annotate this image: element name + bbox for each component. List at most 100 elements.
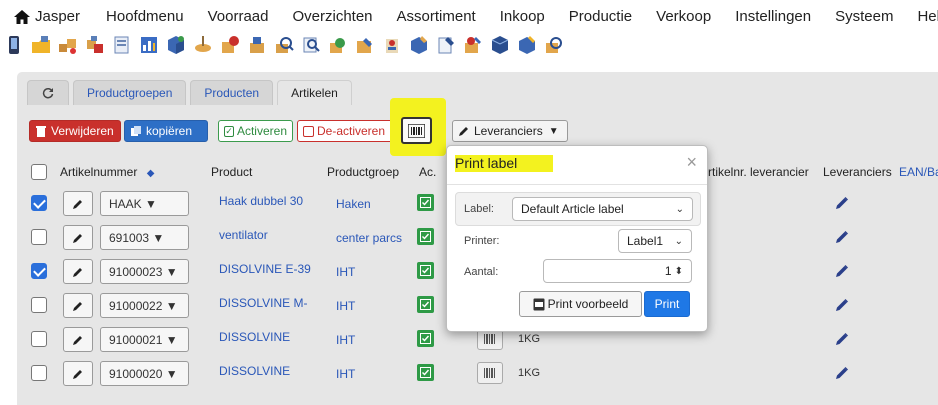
row-barcode-button[interactable] xyxy=(477,362,503,384)
row-product-link[interactable]: DISSOLVINE xyxy=(219,364,315,384)
cube-icon[interactable] xyxy=(166,35,186,55)
row-suppliers-edit-icon[interactable] xyxy=(835,230,849,244)
suppliers-dropdown-button[interactable]: Leveranciers ▼ xyxy=(452,120,568,142)
row-checkbox[interactable] xyxy=(31,297,47,313)
row-product-link[interactable]: Haak dubbel 30 xyxy=(219,194,315,214)
product-edit-icon[interactable] xyxy=(463,35,483,55)
header-artikelnummer[interactable]: Artikelnummer ◆ xyxy=(60,165,154,179)
menu-item-verkoop[interactable]: Verkoop xyxy=(656,8,711,25)
search-doc-icon[interactable] xyxy=(301,35,321,55)
device-icon[interactable] xyxy=(4,35,24,55)
menu-home[interactable]: Jasper xyxy=(14,8,106,25)
barcode-icon xyxy=(484,368,495,378)
chevron-down-icon: ⌄ xyxy=(675,203,684,215)
box-blue-icon[interactable] xyxy=(490,35,510,55)
tab-artikelen[interactable]: Artikelen xyxy=(277,80,352,105)
row-product-link[interactable]: DISSOLVINE M- xyxy=(219,296,315,316)
folder-tag-icon[interactable] xyxy=(31,35,51,55)
row-edit-button[interactable] xyxy=(63,225,93,250)
print-preview-button[interactable]: Print voorbeeld xyxy=(519,291,642,317)
menu-item-hoofdmenu[interactable]: Hoofdmenu xyxy=(106,8,184,25)
header-ean[interactable]: EAN/Ba xyxy=(899,165,938,179)
document-icon[interactable] xyxy=(112,35,132,55)
row-artnr-dropdown[interactable]: HAAK ▼ xyxy=(100,191,189,216)
tab-productgroepen[interactable]: Productgroepen xyxy=(73,80,187,105)
row-product-link[interactable]: DISSOLVINE xyxy=(219,330,315,350)
row-checkbox[interactable] xyxy=(31,263,47,279)
row-group-link[interactable]: center parcs xyxy=(336,231,402,245)
spoon-icon[interactable] xyxy=(193,35,213,55)
row-artnr-dropdown[interactable]: 691003 ▼ xyxy=(100,225,189,250)
row-product-link[interactable]: ventilator xyxy=(219,228,315,248)
row-artnr-dropdown[interactable]: 91000020 ▼ xyxy=(100,361,189,386)
header-product[interactable]: Product xyxy=(211,165,252,179)
row-artnr-dropdown[interactable]: 91000022 ▼ xyxy=(100,293,189,318)
row-active-check-icon xyxy=(417,330,434,347)
row-edit-button[interactable] xyxy=(63,259,93,284)
row-artnr-dropdown[interactable]: 91000023 ▼ xyxy=(100,259,189,284)
tab-refresh[interactable] xyxy=(27,80,69,105)
menu-item-help[interactable]: Help xyxy=(917,8,938,25)
aantal-input[interactable]: 1 ⬍ xyxy=(543,259,692,283)
document-edit-icon[interactable] xyxy=(436,35,456,55)
header-productgroep[interactable]: Productgroep xyxy=(327,165,399,179)
row-suppliers-edit-icon[interactable] xyxy=(835,298,849,312)
row-suppliers-edit-icon[interactable] xyxy=(835,332,849,346)
row-edit-button[interactable] xyxy=(63,327,93,352)
box-edit-icon[interactable] xyxy=(517,35,537,55)
menu-item-instellingen[interactable]: Instellingen xyxy=(735,8,811,25)
box-stack-icon[interactable] xyxy=(247,35,267,55)
row-suppliers-edit-icon[interactable] xyxy=(835,196,849,210)
close-icon[interactable]: × xyxy=(686,153,697,171)
menu-item-productie[interactable]: Productie xyxy=(569,8,632,25)
label-select[interactable]: Default Article label ⌄ xyxy=(512,197,693,221)
mix-icon[interactable] xyxy=(382,35,402,55)
print-button[interactable]: Print xyxy=(644,291,690,317)
row-checkbox[interactable] xyxy=(31,331,47,347)
row-checkbox[interactable] xyxy=(31,195,47,211)
report-icon[interactable] xyxy=(139,35,159,55)
row-suppliers-edit-icon[interactable] xyxy=(835,264,849,278)
box-search-icon[interactable] xyxy=(544,35,564,55)
row-suppliers-edit-icon[interactable] xyxy=(835,366,849,380)
header-artikelnr-leverancier[interactable]: rtikelnr. leverancier xyxy=(708,165,809,179)
row-active-check-icon xyxy=(417,364,434,381)
row-product-link[interactable]: DISOLVINE E-39 xyxy=(219,262,315,282)
aantal-value: 1 xyxy=(664,264,672,278)
row-group-link[interactable]: IHT xyxy=(336,299,355,313)
menu-item-voorraad[interactable]: Voorraad xyxy=(208,8,269,25)
header-leveranciers[interactable]: Leveranciers xyxy=(823,165,892,179)
menu-item-overzichten[interactable]: Overzichten xyxy=(292,8,372,25)
print-label-button[interactable] xyxy=(401,117,432,144)
row-group-link[interactable]: IHT xyxy=(336,367,355,381)
home-icon xyxy=(14,9,30,24)
folder-edit-icon[interactable] xyxy=(355,35,375,55)
row-checkbox[interactable] xyxy=(31,365,47,381)
search-green-icon[interactable] xyxy=(328,35,348,55)
row-checkbox[interactable] xyxy=(31,229,47,245)
menu-item-assortiment[interactable]: Assortiment xyxy=(397,8,476,25)
boxes-red-icon[interactable] xyxy=(85,35,105,55)
boxes-icon[interactable] xyxy=(58,35,78,55)
spinner-icon[interactable]: ⬍ xyxy=(675,266,683,277)
copy-button[interactable]: kopiëren xyxy=(124,120,208,142)
row-group-link[interactable]: Haken xyxy=(336,197,371,211)
gear-box-icon[interactable] xyxy=(220,35,240,55)
row-edit-button[interactable] xyxy=(63,361,93,386)
search-box-icon[interactable] xyxy=(274,35,294,55)
row-group-link[interactable]: IHT xyxy=(336,333,355,347)
menu-item-inkoop[interactable]: Inkoop xyxy=(500,8,545,25)
row-edit-button[interactable] xyxy=(63,191,93,216)
select-all-checkbox[interactable] xyxy=(31,164,47,180)
deactivate-button[interactable]: De-activeren xyxy=(297,120,393,142)
printer-select[interactable]: Label1 ⌄ xyxy=(618,229,692,253)
activate-button[interactable]: ✓ Activeren xyxy=(218,120,293,142)
header-actief[interactable]: Ac. xyxy=(419,165,436,179)
delete-button[interactable]: Verwijderen xyxy=(29,120,121,142)
menu-item-systeem[interactable]: Systeem xyxy=(835,8,893,25)
cube-edit-icon[interactable] xyxy=(409,35,429,55)
row-edit-button[interactable] xyxy=(63,293,93,318)
row-group-link[interactable]: IHT xyxy=(336,265,355,279)
tab-producten[interactable]: Producten xyxy=(190,80,274,105)
row-artnr-dropdown[interactable]: 91000021 ▼ xyxy=(100,327,189,352)
